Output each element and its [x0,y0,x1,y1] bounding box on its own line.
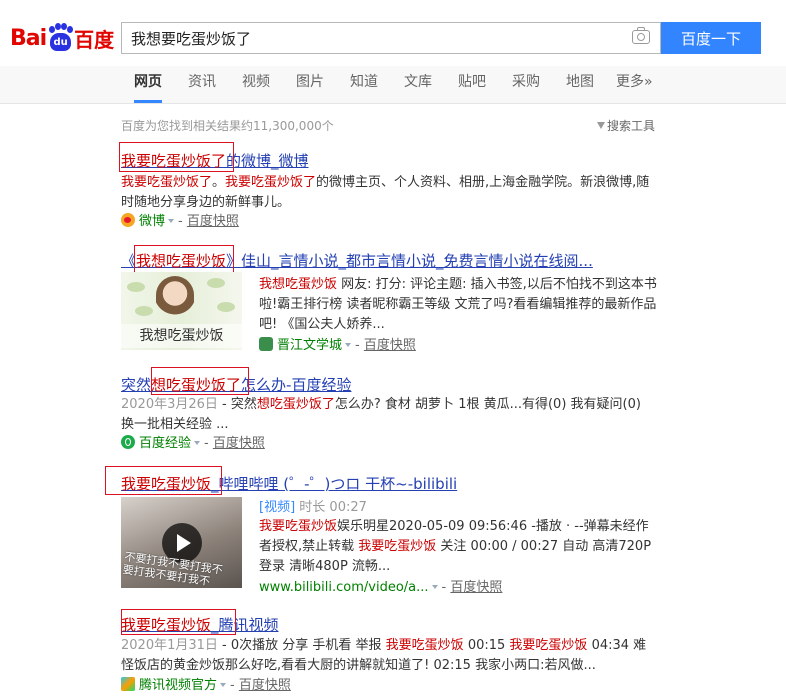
header: Bai du 百度 百度一下 网页 资讯 视频 图片 知道 文库 贴吧 采购 地… [0,0,786,104]
chevron-down-icon[interactable] [194,441,201,445]
tab-video[interactable]: 视频 [242,66,270,103]
snapshot-link[interactable]: 百度快照 [364,338,416,353]
result-2-title-hl: 我想吃蛋炒饭 [136,252,227,270]
snapshot-link[interactable]: 百度快照 [213,436,265,451]
result-5-title[interactable]: 我要吃蛋炒饭_腾讯视频 [121,614,279,635]
search-tools-label: 搜索工具 [607,119,656,133]
tab-zhidao[interactable]: 知道 [350,66,378,103]
snapshot-link[interactable]: 百度快照 [239,678,291,693]
source-name[interactable]: 百度经验 [139,436,191,451]
result-1-desc: 我要吃蛋炒饭了。我要吃蛋炒饭了的微博主页、个人资料、相册,上海金融学院。新浪微博… [121,175,650,210]
tab-news[interactable]: 资讯 [188,66,216,103]
result-2-title[interactable]: 《我想吃蛋炒饭》佳山_言情小说_都市言情小说_免费言情小说在线阅... [121,250,593,271]
chevron-down-icon[interactable] [431,585,438,589]
search-box [121,22,661,54]
result-3-desc: 2020年3月26日 - 突然想吃蛋炒饭了怎么办? 食材 胡萝卜 1根 黄瓜..… [121,397,641,432]
search-tools[interactable]: 搜索工具 [597,117,655,134]
result-4-desc: 我要吃蛋炒饭娱乐明星2020-05-09 09:56:46 -播放 · --弹幕… [259,519,652,574]
tab-wenku[interactable]: 文库 [404,66,432,103]
tab-tieba[interactable]: 贴吧 [458,66,486,103]
search-button[interactable]: 百度一下 [661,22,761,54]
tab-caigou[interactable]: 采购 [512,66,540,103]
tab-web[interactable]: 网页 [134,66,162,103]
tencent-video-icon [121,677,135,691]
baidu-logo[interactable]: Bai du 百度 [10,20,114,56]
result-1-title[interactable]: 我要吃蛋炒饭了的微博_微博 [121,150,309,171]
chevron-down-icon[interactable] [168,219,175,223]
chevron-down-icon[interactable] [220,683,227,687]
tab-images[interactable]: 图片 [296,66,324,103]
tab-more[interactable]: 更多» [616,66,653,103]
logo-cn: 百度 [74,27,115,52]
result-5-source: 腾讯视频官方 - 百度快照 [121,677,291,695]
result-1-title-rest: 的微博_微博 [226,152,309,170]
result-1-title-hl: 我要吃蛋炒饭了 [121,152,227,170]
result-3-title-hl: 想吃蛋炒饭了 [151,376,242,394]
logo-du: du [50,33,72,51]
video-tag: [视频] [259,500,296,515]
result-5-title-hl: 我要吃蛋炒饭 [121,616,212,634]
jingyan-icon [121,435,135,449]
result-count: 百度为您找到相关结果约11,300,000个 [121,119,334,133]
camera-icon[interactable] [632,27,650,44]
result-4-title-hl: 我要吃蛋炒饭 [121,475,212,493]
chevron-down-icon[interactable] [345,343,352,347]
result-3-source: 百度经验 - 百度快照 [121,435,265,453]
logo-bai: Bai [10,25,47,51]
funnel-icon [597,122,605,129]
novel-thumbnail[interactable]: 我想吃蛋炒饭 [121,272,242,350]
paw-icon: du [47,23,74,53]
result-1-source: 微博 - 百度快照 [121,213,239,231]
tab-bar: 网页 资讯 视频 图片 知道 文库 贴吧 采购 地图 更多» [0,66,786,104]
result-4-meta: [视频] 时长 00:27 [259,498,659,518]
snapshot-link[interactable]: 百度快照 [187,214,239,229]
result-2-source: 晋江文学城 - 百度快照 [259,337,416,355]
search-input[interactable] [122,23,622,53]
thumb-caption: 我想吃蛋炒饭 [121,324,242,348]
video-thumbnail[interactable]: 不要打我不要打我不 要打我不要打我不 [121,497,242,588]
result-2-desc: 我想吃蛋炒饭 网友: 打分: 评论主题: 插入书签,以后不怕找不到这本书啦!霸王… [259,277,657,332]
result-4-title[interactable]: 我要吃蛋炒饭_哔哩哔哩 (゜-゜)つロ 干杯~-bilibili [121,473,457,494]
weibo-icon [121,213,135,227]
duration: 时长 00:27 [299,500,367,515]
snapshot-link[interactable]: 百度快照 [450,580,502,595]
jjwxc-icon [259,337,273,351]
result-3-title[interactable]: 突然想吃蛋炒饭了怎么办-百度经验 [121,374,351,395]
character-illustration [156,276,194,326]
result-4-source: www.bilibili.com/video/a... - 百度快照 [259,580,503,595]
tab-map[interactable]: 地图 [566,66,594,103]
source-name[interactable]: 腾讯视频官方 [139,678,217,693]
source-name[interactable]: 晋江文学城 [277,338,342,353]
result-5-desc: 2020年1月31日 - 0次播放 分享 手机看 举报 我要吃蛋炒饭 00:15… [121,638,647,673]
source-url[interactable]: www.bilibili.com/video/a... [259,580,429,595]
source-name[interactable]: 微博 [139,214,165,229]
